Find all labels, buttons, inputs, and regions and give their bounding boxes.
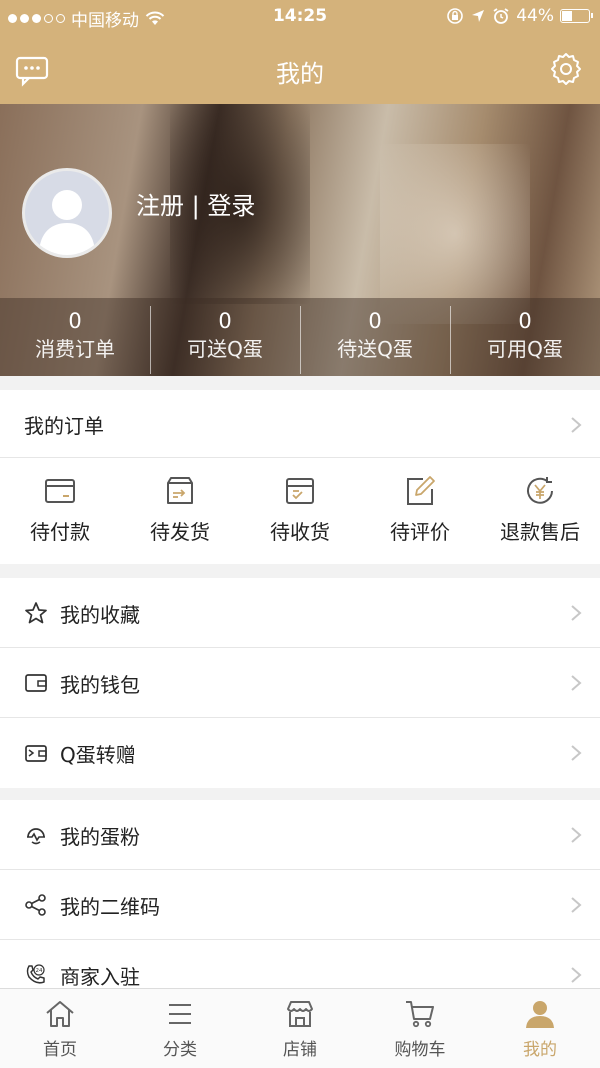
order-pending-payment[interactable]: 待付款 (0, 458, 120, 564)
svg-text:24: 24 (36, 968, 43, 974)
phone-24-icon: 24 (26, 964, 45, 984)
tab-label: 首页 (43, 1040, 77, 1060)
stat-available-eggs[interactable]: 0 可用Q蛋 (450, 298, 600, 376)
refund-yen-icon (527, 477, 553, 504)
row-label: 我的蛋粉 (60, 824, 140, 849)
tab-label: 分类 (163, 1040, 197, 1060)
chevron-right-icon (571, 675, 582, 691)
order-status-label: 待评价 (390, 520, 450, 544)
background-blur (380, 144, 530, 324)
row-label: 我的订单 (24, 413, 104, 438)
qrcode-row[interactable]: 我的二维码 (0, 870, 600, 940)
stats-bar: 0 消费订单 0 可送Q蛋 0 待送Q蛋 0 可用Q蛋 (0, 298, 600, 376)
battery-icon (560, 9, 593, 23)
order-status-label: 待发货 (150, 520, 210, 544)
transfer-wallet-icon (25, 745, 47, 762)
register-login-link[interactable]: 注册 | 登录 (136, 186, 255, 221)
row-label: 商家入驻 (60, 964, 140, 989)
stat-label: 待送Q蛋 (337, 337, 413, 361)
chevron-right-icon (571, 897, 582, 913)
store-icon (287, 1001, 313, 1027)
alarm-icon (493, 8, 509, 24)
stat-pending-eggs[interactable]: 0 待送Q蛋 (300, 298, 450, 376)
location-icon (472, 10, 485, 22)
menu-group-2: 我的蛋粉 我的二维码 24 商家入驻 (0, 800, 600, 988)
home-icon (46, 1001, 74, 1027)
fans-icon (27, 828, 45, 845)
order-status-label: 待付款 (30, 520, 90, 544)
tab-category[interactable]: 分类 (120, 989, 240, 1068)
fans-row[interactable]: 我的蛋粉 (0, 800, 600, 870)
orders-section: 我的订单 待付款 待发货 待收货 待评价 退款售后 (0, 390, 600, 564)
stat-label: 可送Q蛋 (187, 337, 263, 361)
nav-bar: 我的 (0, 34, 600, 104)
wallet-icon (25, 674, 47, 692)
order-status-bar: 待付款 待发货 待收货 待评价 退款售后 (0, 458, 600, 564)
my-orders-row[interactable]: 我的订单 (0, 390, 600, 458)
order-refund-aftersale[interactable]: 退款售后 (480, 458, 600, 564)
tab-home[interactable]: 首页 (0, 989, 120, 1068)
chevron-right-icon (571, 827, 582, 843)
chevron-right-icon (571, 417, 582, 433)
tab-cart[interactable]: 购物车 (360, 989, 480, 1068)
row-label: Q蛋转赠 (60, 742, 136, 767)
tab-bar: 首页 分类 店铺 购物车 我的 (0, 988, 600, 1068)
wallet-row[interactable]: 我的钱包 (0, 648, 600, 718)
category-icon (169, 1004, 191, 1024)
chevron-right-icon (571, 745, 582, 761)
order-status-label: 退款售后 (500, 520, 580, 544)
row-label: 我的收藏 (60, 602, 140, 627)
tab-label: 我的 (523, 1040, 557, 1060)
favorites-row[interactable]: 我的收藏 (0, 578, 600, 648)
row-label: 我的钱包 (60, 672, 140, 697)
merchant-join-row[interactable]: 24 商家入驻 (0, 940, 600, 988)
avatar[interactable] (22, 168, 112, 258)
order-pending-receipt[interactable]: 待收货 (240, 458, 360, 564)
tab-store[interactable]: 店铺 (240, 989, 360, 1068)
tab-label: 店铺 (283, 1040, 317, 1060)
stat-value: 0 (218, 309, 232, 333)
tab-label: 购物车 (394, 1040, 446, 1060)
stat-value: 0 (518, 309, 532, 333)
gear-icon[interactable] (548, 51, 584, 87)
profile-header: 注册 | 登录 0 消费订单 0 可送Q蛋 0 待送Q蛋 0 可用Q蛋 (0, 104, 600, 376)
star-icon (25, 602, 47, 624)
order-pending-shipment[interactable]: 待发货 (120, 458, 240, 564)
shipping-box-icon (167, 477, 193, 504)
stat-value: 0 (368, 309, 382, 333)
chevron-right-icon (571, 605, 582, 621)
status-right: 44% (446, 6, 593, 26)
rotation-lock-icon (447, 8, 464, 24)
chevron-right-icon (571, 967, 582, 983)
receive-box-icon (286, 478, 314, 504)
edit-review-icon (407, 476, 435, 505)
status-bar: 中国移动 14:25 44% (0, 0, 600, 34)
menu-group-1: 我的收藏 我的钱包 Q蛋转赠 (0, 578, 600, 788)
stat-orders[interactable]: 0 消费订单 (0, 298, 150, 376)
default-user-icon (39, 190, 95, 255)
egg-transfer-row[interactable]: Q蛋转赠 (0, 718, 600, 788)
stat-label: 可用Q蛋 (487, 337, 563, 361)
wallet-card-icon (45, 479, 75, 503)
tab-profile[interactable]: 我的 (480, 989, 600, 1068)
battery-percent: 44% (516, 6, 554, 26)
stat-label: 消费订单 (35, 337, 115, 361)
page-title: 我的 (276, 60, 324, 88)
stat-value: 0 (68, 309, 82, 333)
row-label: 我的二维码 (60, 894, 160, 919)
order-pending-review[interactable]: 待评价 (360, 458, 480, 564)
cart-icon (406, 1001, 434, 1028)
user-icon (526, 1001, 554, 1028)
stat-giftable-eggs[interactable]: 0 可送Q蛋 (150, 298, 300, 376)
order-status-label: 待收货 (270, 520, 330, 544)
share-icon (25, 894, 46, 916)
